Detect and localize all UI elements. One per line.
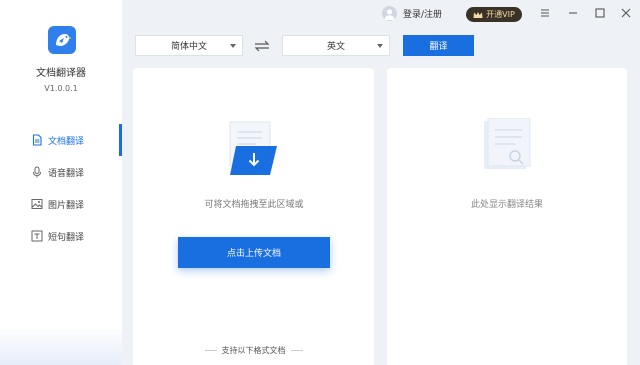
image-icon [31, 198, 43, 210]
sidebar-item-document-translate[interactable]: 文档翻译 [0, 124, 122, 156]
login-register-link[interactable]: 登录/注册 [382, 6, 442, 21]
crown-icon [473, 11, 483, 19]
swap-arrows-icon[interactable] [253, 38, 271, 52]
maximize-icon[interactable] [593, 6, 607, 20]
login-label: 登录/注册 [403, 10, 443, 20]
sidebar-item-label: 文档翻译 [48, 136, 85, 147]
sidebar-nav: 文档翻译 语音翻译 图片翻译 短句翻译 [0, 124, 122, 252]
hamburger-menu-icon[interactable] [538, 6, 552, 20]
sidebar-item-label: 语音翻译 [48, 168, 85, 179]
sidebar-item-label: 图片翻译 [48, 200, 85, 211]
bird-logo-icon [48, 26, 76, 54]
text-icon [31, 230, 43, 242]
formats-label: 支持以下格式文档 [221, 346, 286, 355]
microphone-icon [31, 166, 43, 178]
target-language-value: 英文 [326, 42, 345, 52]
sidebar-item-image-translate[interactable]: 图片翻译 [0, 188, 122, 220]
app-name: 文档翻译器 [36, 68, 86, 79]
translate-button[interactable]: 翻译 [403, 35, 474, 56]
open-vip-button[interactable]: 开通VIP [466, 7, 522, 22]
minimize-icon[interactable] [566, 6, 580, 20]
result-panel: 此处显示翻译结果 [387, 68, 627, 365]
sidebar-item-voice-translate[interactable]: 语音翻译 [0, 156, 122, 188]
source-language-value: 简体中文 [170, 42, 207, 52]
upload-document-icon [228, 120, 280, 178]
upload-document-button[interactable]: 点击上传文档 [178, 237, 330, 268]
close-icon[interactable] [619, 6, 633, 20]
target-language-select[interactable]: 英文 [282, 35, 390, 56]
upload-label: 点击上传文档 [226, 249, 281, 259]
sidebar-item-sentence-translate[interactable]: 短句翻译 [0, 220, 122, 252]
sidebar-fade [0, 325, 122, 365]
result-document-icon [482, 117, 534, 176]
result-placeholder: 此处显示翻译结果 [470, 200, 543, 210]
supported-formats-caption: 支持以下格式文档 [133, 345, 374, 356]
document-icon [31, 134, 43, 146]
upload-panel[interactable]: 可将文档拖拽至此区域或 点击上传文档 支持以下格式文档 [133, 68, 374, 365]
app-version: V1.0.0.1 [44, 84, 78, 93]
drag-drop-hint: 可将文档拖拽至此区域或 [204, 200, 304, 210]
divider [204, 350, 217, 351]
chevron-down-icon [230, 44, 236, 48]
translate-label: 翻译 [429, 42, 448, 52]
vip-label: 开通VIP [486, 10, 515, 19]
source-language-select[interactable]: 简体中文 [135, 35, 243, 56]
sidebar-item-label: 短句翻译 [48, 232, 85, 243]
avatar-icon [382, 6, 397, 21]
divider [290, 350, 303, 351]
sidebar: 文档翻译器 V1.0.0.1 文档翻译 语音翻译 图片翻译 短句翻译 [0, 0, 122, 365]
chevron-down-icon [377, 44, 383, 48]
